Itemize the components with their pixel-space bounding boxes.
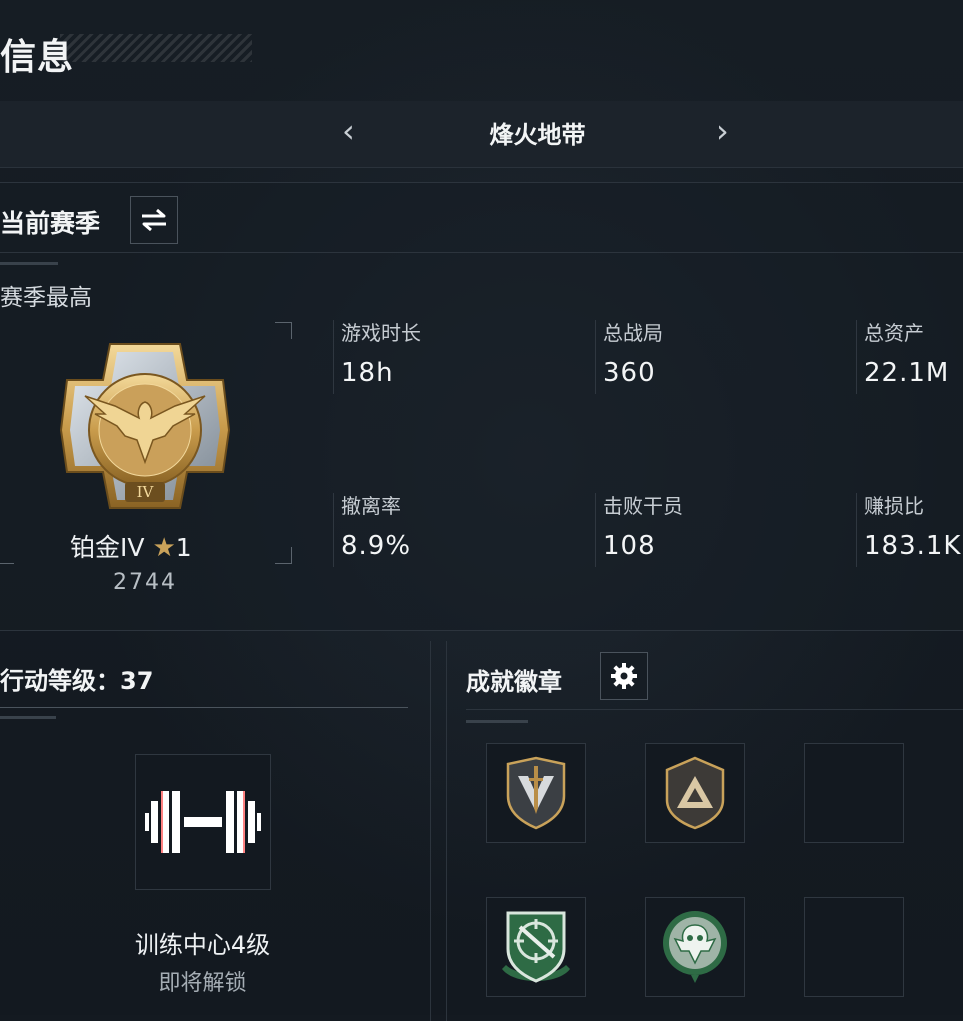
sniper-shield-badge-icon	[502, 911, 570, 983]
badge-slot[interactable]	[645, 743, 745, 843]
stat-label: 游戏时长	[341, 321, 421, 345]
stat-value: 8.9%	[341, 531, 412, 561]
rank-name: 铂金IV	[70, 533, 145, 562]
season-best-label: 赛季最高	[0, 285, 92, 311]
badge-slot[interactable]	[486, 743, 586, 843]
stat-label: 总资产	[864, 321, 924, 345]
stat-label: 赚损比	[864, 494, 924, 518]
title-decoration	[60, 34, 252, 62]
season-title: 当前赛季	[0, 209, 101, 238]
operation-level-title: 行动等级：37	[0, 667, 154, 695]
stat-value: 183.1K	[864, 531, 962, 561]
sword-shield-badge-icon	[506, 756, 566, 830]
stat-profit-loss-ratio: 赚损比 183.1K	[856, 493, 963, 567]
stat-label: 总战局	[603, 321, 663, 345]
tier-numeral: IV	[137, 483, 155, 501]
facility-name: 训练中心4级	[134, 931, 271, 959]
triangle-shield-badge-icon	[665, 756, 725, 830]
next-mode-button[interactable]: ›	[716, 112, 729, 150]
rank-score: 2744	[113, 570, 177, 595]
stat-total-matches: 总战局 360	[595, 320, 663, 394]
divider	[0, 252, 963, 253]
star-icon: ★	[152, 533, 176, 563]
badge-settings-button[interactable]	[600, 652, 648, 700]
dumbbell-icon	[145, 791, 261, 853]
stat-value: 18h	[341, 358, 394, 388]
badge-slot-empty[interactable]	[804, 897, 904, 997]
crest-medal-badge-icon	[663, 911, 727, 983]
rank-label: 铂金IV ★1	[70, 528, 192, 564]
stat-value: 108	[603, 531, 656, 561]
stat-play-time: 游戏时长 18h	[333, 320, 421, 394]
rank-emblem-icon: IV	[59, 343, 231, 509]
divider	[466, 709, 963, 710]
badge-slot[interactable]	[486, 897, 586, 997]
stat-extraction-rate: 撤离率 8.9%	[333, 493, 411, 567]
badges-title: 成就徽章	[466, 668, 562, 696]
stat-operators-defeated: 击败干员 108	[595, 493, 683, 567]
badge-slot[interactable]	[645, 897, 745, 997]
switch-season-button[interactable]	[130, 196, 178, 244]
swap-icon	[142, 208, 166, 232]
stat-label: 撤离率	[341, 494, 401, 518]
divider	[0, 707, 408, 708]
training-center-card[interactable]	[135, 754, 271, 890]
gear-icon	[611, 663, 637, 689]
divider	[0, 262, 58, 265]
rank-stars: 1	[175, 533, 192, 562]
stat-value: 22.1M	[864, 358, 950, 388]
stat-value: 360	[603, 358, 656, 388]
unlock-status: 即将解锁	[158, 971, 247, 996]
mode-name: 烽火地带	[489, 121, 586, 149]
stat-total-assets: 总资产 22.1M	[856, 320, 949, 394]
badge-slot-empty[interactable]	[804, 743, 904, 843]
stat-label: 击败干员	[603, 494, 683, 518]
